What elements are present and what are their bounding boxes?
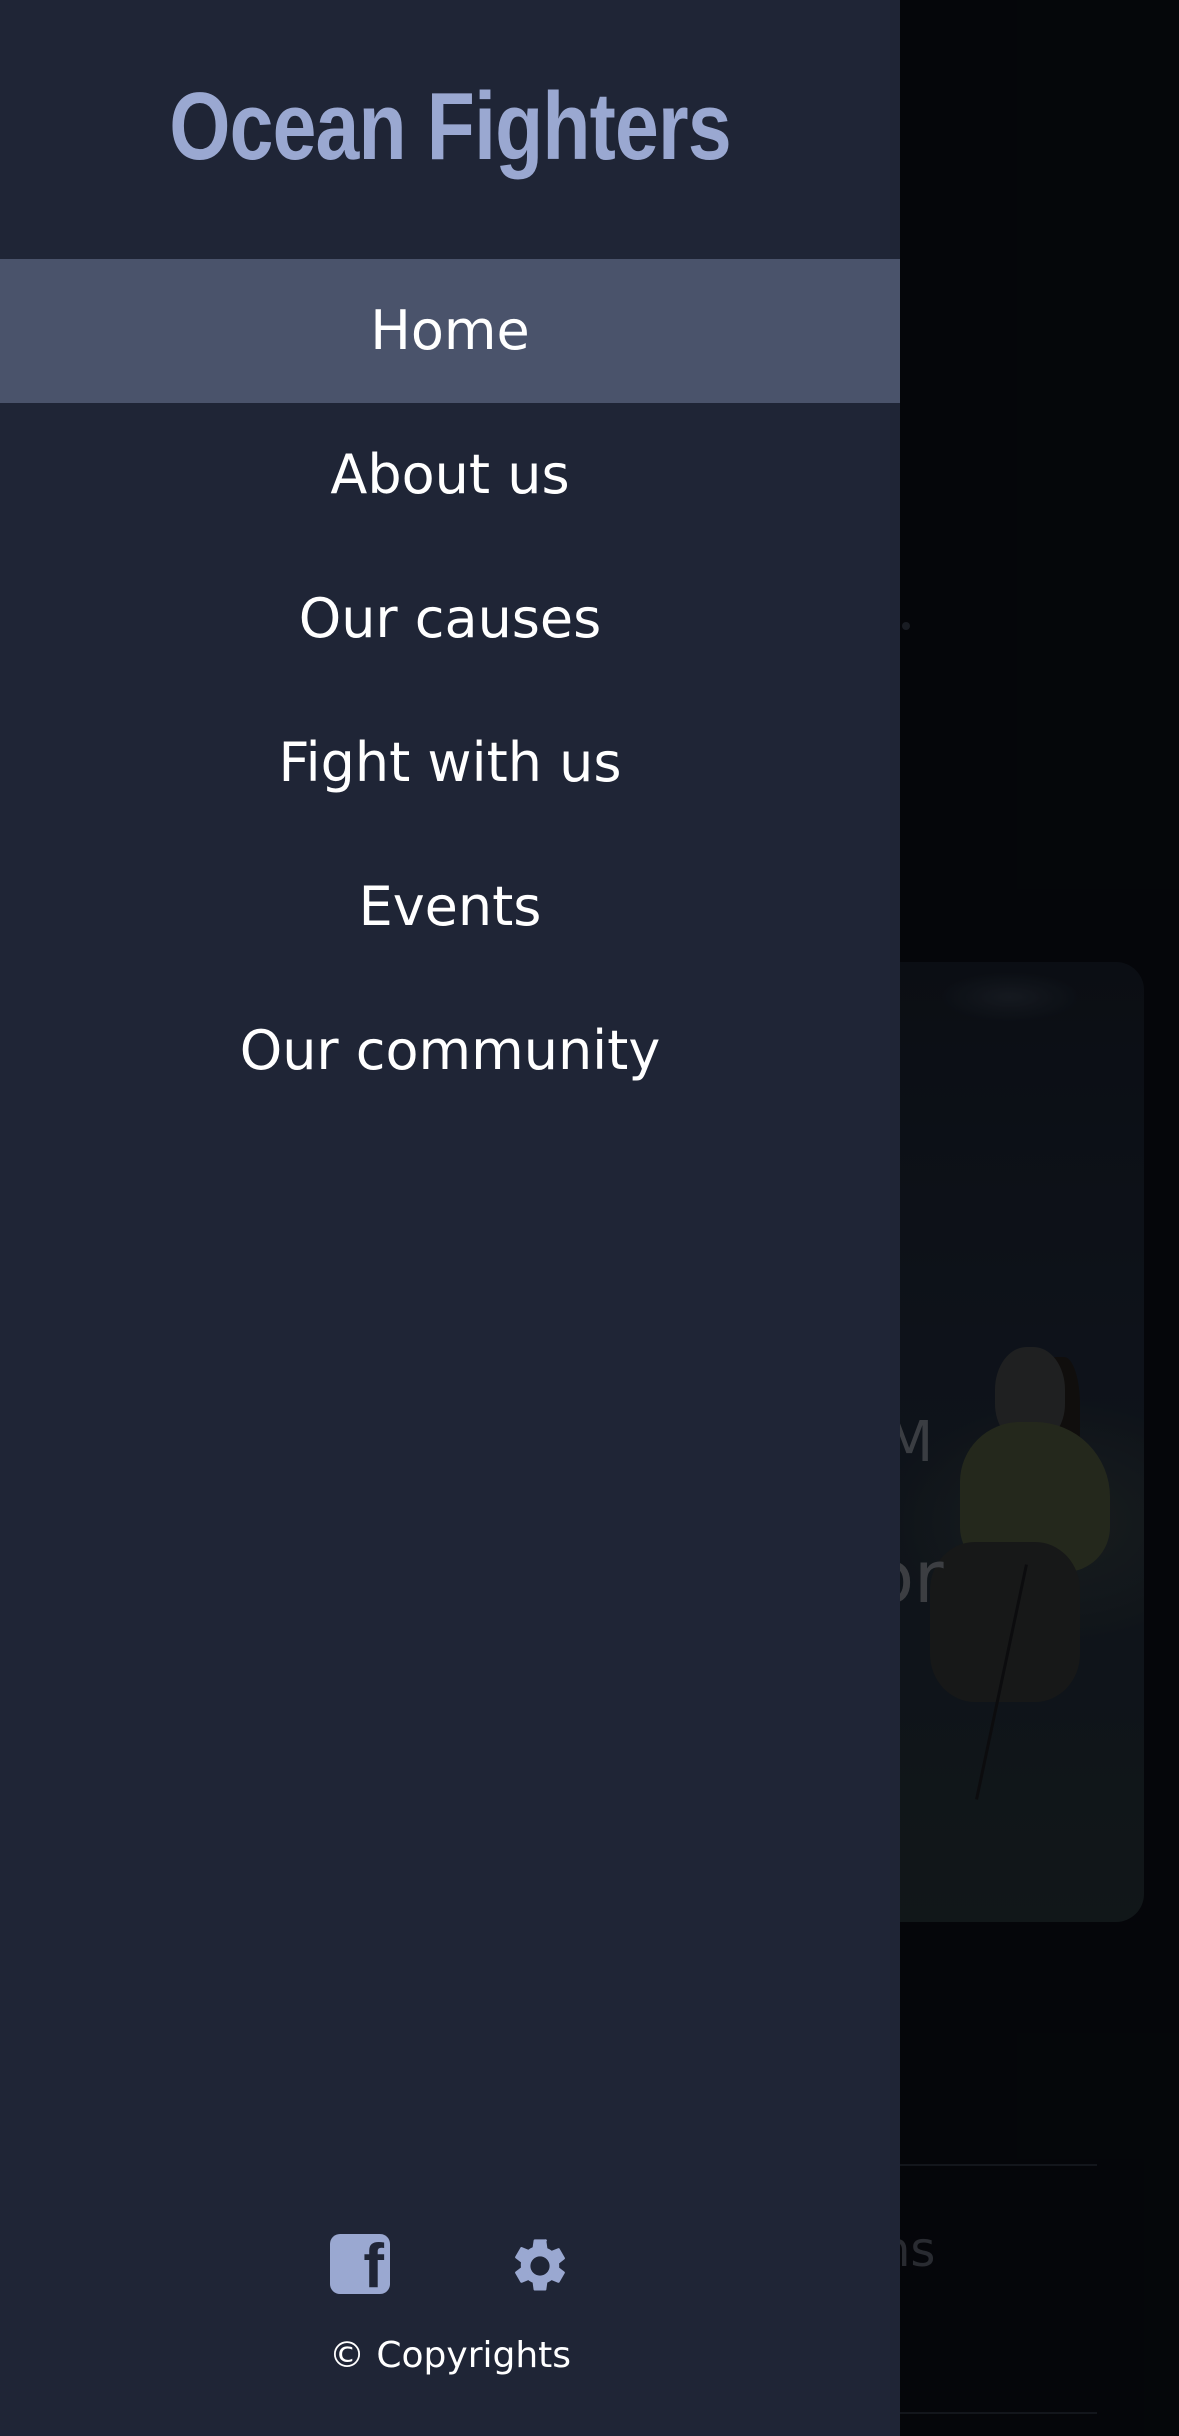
copyright-text: © Copyrights [328, 2335, 572, 2376]
brand-title[interactable]: Ocean Fighters [81, 72, 819, 182]
nav-menu: Home About us Our causes Fight with us E… [0, 259, 900, 1123]
nav-item-our-community[interactable]: Our community [0, 979, 900, 1123]
nav-item-events[interactable]: Events [0, 835, 900, 979]
nav-item-home[interactable]: Home [0, 259, 900, 403]
nav-item-fight-with-us[interactable]: Fight with us [0, 691, 900, 835]
footer-icons: f [0, 2234, 900, 2298]
nav-item-our-causes[interactable]: Our causes [0, 547, 900, 691]
nav-item-about-us[interactable]: About us [0, 403, 900, 547]
gear-icon[interactable] [508, 2234, 572, 2298]
facebook-icon[interactable]: f [330, 2234, 390, 2298]
navigation-drawer: Ocean Fighters Home About us Our causes … [0, 0, 900, 2436]
